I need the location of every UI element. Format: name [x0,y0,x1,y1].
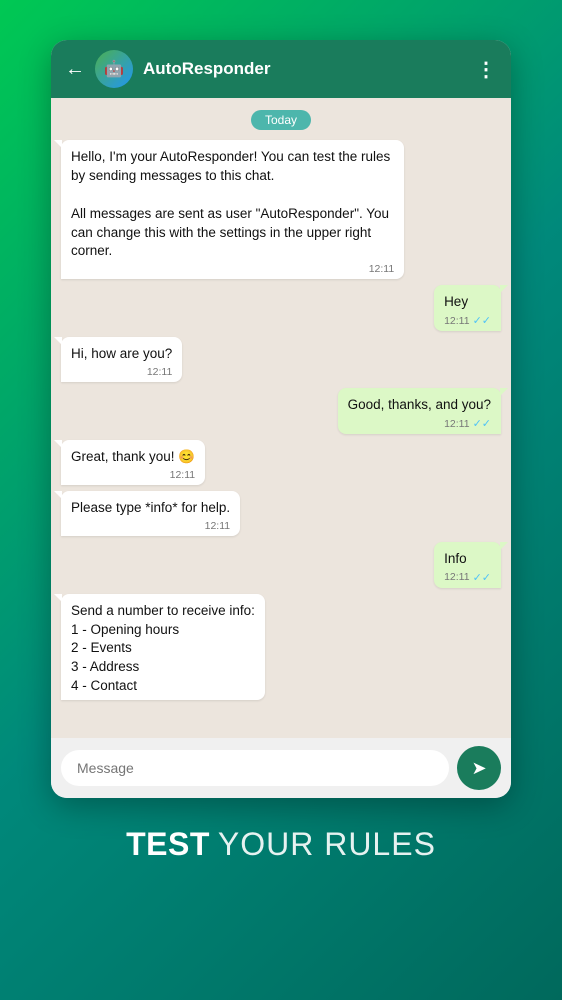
message-bubble: Good, thanks, and you? 12:11 ✓✓ [338,388,501,434]
message-meta: 12:11 [71,263,394,275]
message-input[interactable] [61,750,449,786]
message-bubble: Great, thank you! 😊 12:11 [61,440,205,485]
bottom-bold: TEST [126,826,210,863]
message-text: Info [444,550,491,569]
read-tick: ✓✓ [473,417,491,430]
message-text: Please type *info* for help. [71,499,230,518]
message-time: 12:11 [369,263,395,275]
message-meta: 12:11 [71,520,230,532]
avatar: 🤖 [95,50,133,88]
chat-body: Today Hello, I'm your AutoResponder! You… [51,98,511,738]
phone-container: ← 🤖 AutoResponder ⋮ Today Hello, I'm you… [51,40,511,798]
back-button[interactable]: ← [65,58,85,81]
message-time: 12:11 [444,571,470,583]
message-text: Good, thanks, and you? [348,396,491,415]
message-time: 12:11 [444,418,470,430]
message-time: 12:11 [205,520,231,532]
message-meta: 12:11 [71,469,195,481]
message-meta: 12:11 ✓✓ [444,314,491,327]
message-meta: 12:11 ✓✓ [444,571,491,584]
send-button[interactable]: ➤ [457,746,501,790]
message-bubble: Hi, how are you? 12:11 [61,337,182,382]
message-meta: 12:11 ✓✓ [348,417,491,430]
message-bubble: Info 12:11 ✓✓ [434,542,501,588]
message-bubble: Please type *info* for help. 12:11 [61,491,240,536]
message-bubble: Hey 12:11 ✓✓ [434,285,501,331]
read-tick: ✓✓ [473,571,491,584]
menu-button[interactable]: ⋮ [476,57,497,82]
date-badge: Today [251,110,311,130]
message-bubble: Hello, I'm your AutoResponder! You can t… [61,140,404,279]
message-meta: 12:11 [71,366,172,378]
read-tick: ✓✓ [473,314,491,327]
message-time: 12:11 [147,366,173,378]
message-text: Send a number to receive info:1 - Openin… [71,602,255,696]
send-icon: ➤ [471,758,486,779]
bottom-text: TEST YOUR RULES [126,826,436,863]
message-text: Great, thank you! 😊 [71,448,195,467]
message-time: 12:11 [444,315,470,327]
bottom-regular: YOUR RULES [218,826,436,863]
chat-header: ← 🤖 AutoResponder ⋮ [51,40,511,98]
message-text: Hello, I'm your AutoResponder! You can t… [71,148,394,261]
message-text: Hey [444,293,491,312]
message-time: 12:11 [170,469,196,481]
header-title: AutoResponder [143,59,466,79]
message-bubble: Send a number to receive info:1 - Openin… [61,594,265,700]
chat-input-area: ➤ [51,738,511,798]
message-text: Hi, how are you? [71,345,172,364]
